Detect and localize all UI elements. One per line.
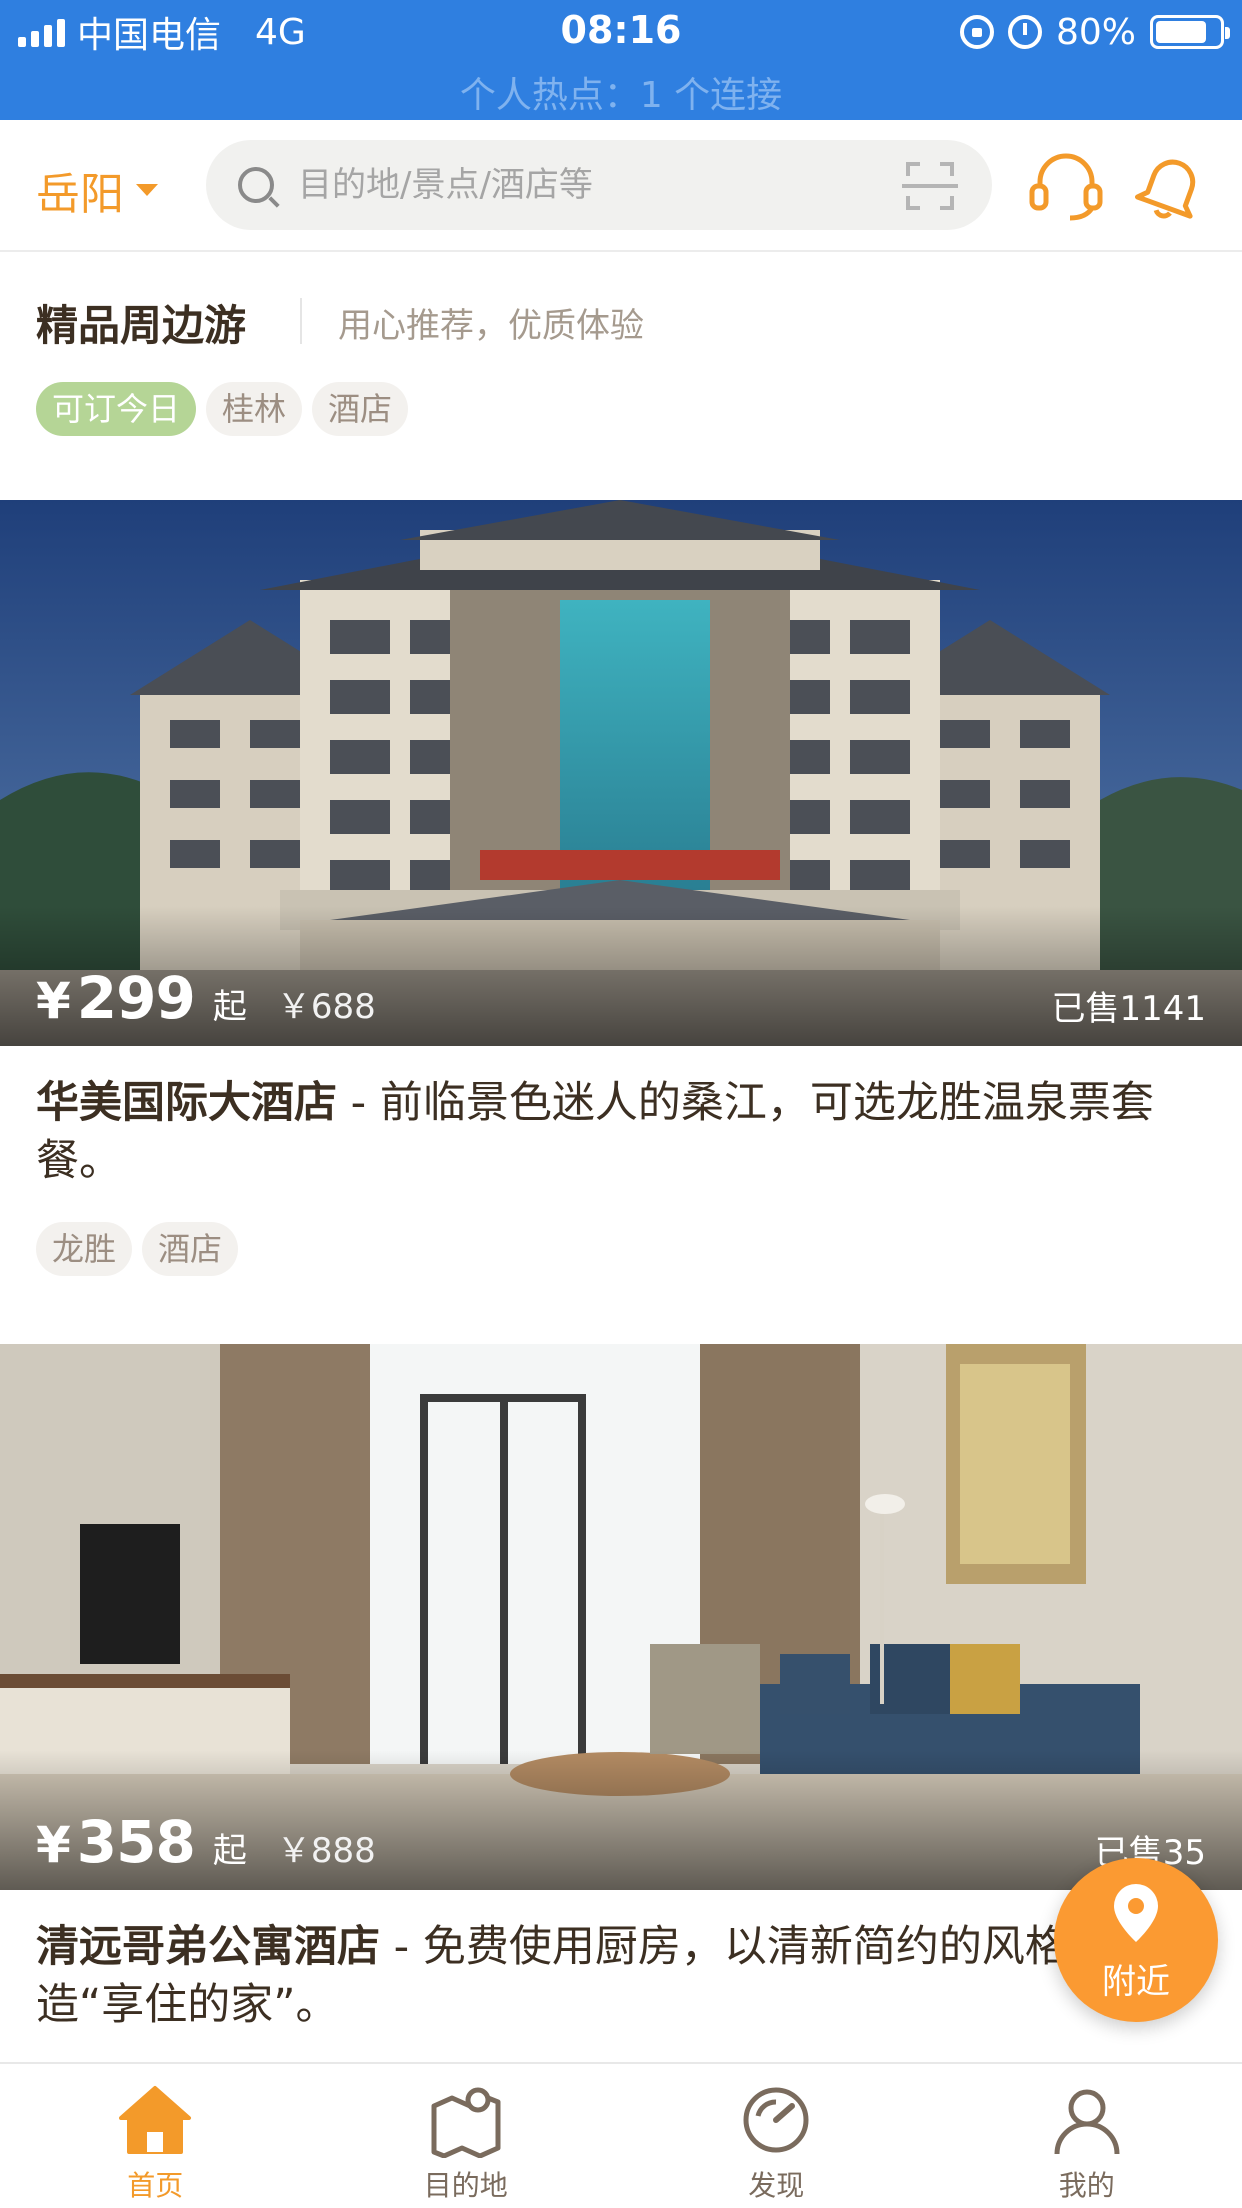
bottom-tab-bar: 首页 目的地 发现 我的 (0, 2062, 1242, 2208)
alarm-icon (1007, 15, 1042, 49)
hotel-name: 华美国际大酒店 (36, 1078, 337, 1128)
filter-tags: 可订今日 桂林 酒店 (36, 382, 409, 436)
tab-discover[interactable]: 发现 (621, 2064, 932, 2208)
price-value: 299 (76, 964, 196, 1032)
price-block: ¥ 358 起 ￥888 (36, 1808, 376, 1876)
section-title: 精品周边游 (36, 301, 247, 350)
price-suffix: 起 (212, 1831, 247, 1871)
hotel-tag[interactable]: 酒店 (142, 1222, 239, 1276)
price-block: ¥ 299 起 ￥688 (36, 964, 376, 1032)
tab-label: 首页 (127, 2169, 184, 2202)
hotel-name: 清远哥弟公寓酒店 (36, 1922, 380, 1972)
tab-label: 我的 (1058, 2169, 1115, 2202)
home-icon (119, 2086, 192, 2154)
nearby-label: 附近 (1102, 1962, 1170, 2002)
currency-symbol: ¥ (36, 1816, 71, 1874)
status-right: 80% (959, 10, 1230, 54)
rotation-lock-icon (959, 15, 994, 49)
tab-label: 目的地 (423, 2169, 508, 2202)
hotel-description-1[interactable]: 华美国际大酒店 - 前临景色迷人的桑江，可选龙胜温泉票套餐。 (36, 1074, 1186, 1190)
customer-service-icon[interactable] (1024, 142, 1108, 226)
city-label: 岳阳 (36, 169, 124, 220)
featured-section-header: 精品周边游 用心推荐，优质体验 可订今日 桂林 酒店 (0, 252, 1242, 500)
city-selector[interactable]: 岳阳 (36, 158, 158, 222)
price-value: 358 (76, 1808, 196, 1876)
chevron-down-icon (136, 184, 158, 196)
search-icon (238, 167, 274, 203)
divider (300, 298, 302, 344)
search-bar[interactable] (206, 140, 992, 230)
filter-tag-hotel[interactable]: 酒店 (312, 382, 409, 436)
tab-profile[interactable]: 我的 (932, 2064, 1242, 2208)
status-bar: 中国电信 4G 08:16 80% 个人热点：1 个连接 (0, 0, 1242, 120)
tab-label: 发现 (748, 2169, 805, 2202)
currency-symbol: ¥ (36, 972, 71, 1030)
top-header: 岳阳 (0, 120, 1242, 252)
filter-tag-today[interactable]: 可订今日 (36, 382, 197, 436)
original-price: ￥888 (276, 1831, 376, 1871)
compass-icon (743, 2087, 809, 2153)
tab-destination[interactable]: 目的地 (311, 2064, 622, 2208)
scan-icon[interactable] (902, 162, 958, 210)
battery-percent: 80% (1055, 11, 1136, 53)
hotel-photo-2[interactable]: ¥ 358 起 ￥888 已售35 (0, 1344, 1242, 1890)
price-suffix: 起 (212, 987, 247, 1027)
location-pin-icon (1114, 1884, 1158, 1942)
map-icon (431, 2087, 501, 2158)
nearby-button[interactable]: 附近 (1054, 1858, 1218, 2022)
battery-icon (1150, 15, 1230, 49)
sold-count: 已售1141 (1051, 989, 1206, 1029)
hotel-tags-1: 龙胜 酒店 (36, 1222, 239, 1276)
section-subtitle: 用心推荐，优质体验 (338, 306, 644, 346)
original-price: ￥688 (276, 987, 376, 1027)
hotel-tag[interactable]: 龙胜 (36, 1222, 133, 1276)
search-input[interactable] (298, 165, 858, 205)
hotspot-banner[interactable]: 个人热点：1 个连接 (0, 66, 1242, 118)
filter-tag-guilin[interactable]: 桂林 (206, 382, 303, 436)
hotel-description-2[interactable]: 清远哥弟公寓酒店 - 免费使用厨房，以清新简约的风格，打造“享住的家”。 (36, 1918, 1186, 2034)
tab-home[interactable]: 首页 (0, 2064, 311, 2208)
bell-icon[interactable] (1130, 142, 1214, 226)
hotel-photo-1[interactable]: ¥ 299 起 ￥688 已售1141 (0, 500, 1242, 1046)
user-icon (1054, 2089, 1120, 2155)
